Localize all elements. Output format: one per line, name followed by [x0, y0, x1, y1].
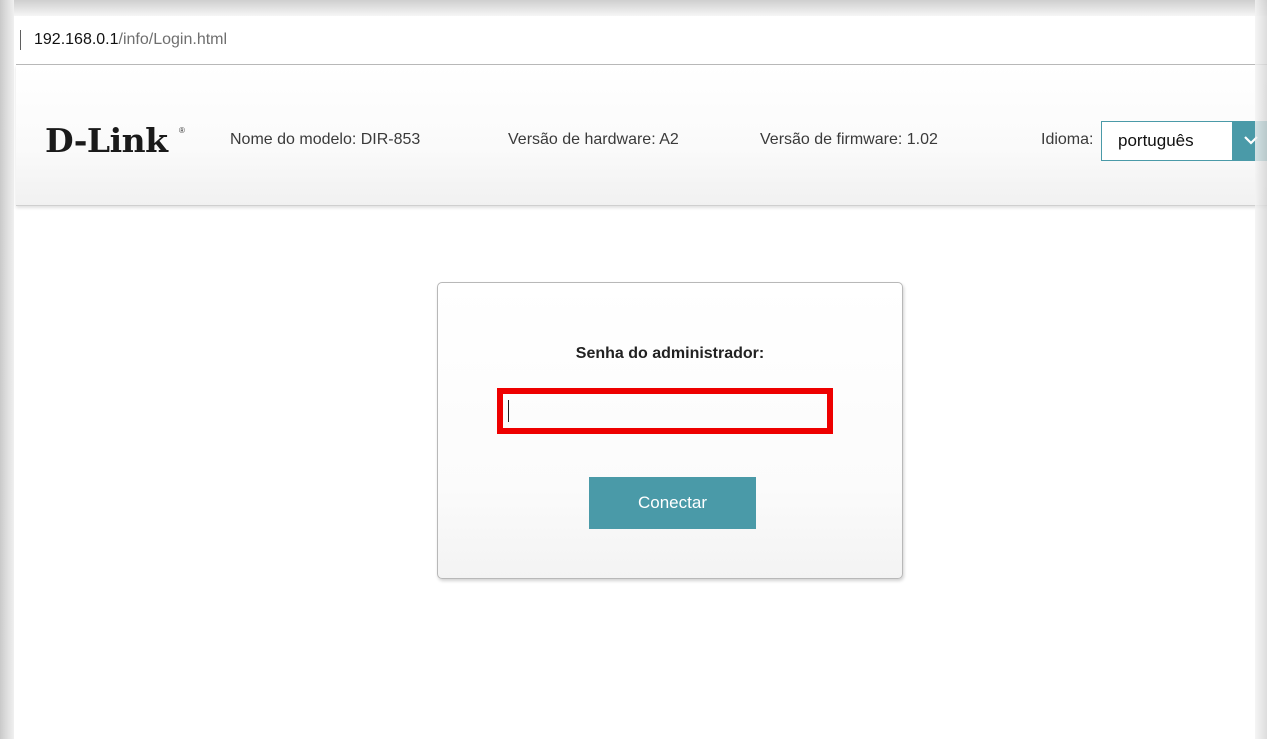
language-value: português	[1118, 131, 1194, 150]
screenshot-frame: 192.168.0.1/info/Login.html D-Link ® Nom…	[0, 0, 1267, 739]
shadow-edge-top	[0, 0, 1267, 16]
hardware-version: Versão de hardware: A2	[508, 131, 679, 148]
address-url[interactable]: 192.168.0.1/info/Login.html	[34, 30, 227, 50]
url-host: 192.168.0.1	[34, 31, 119, 48]
admin-password-label: Senha do administrador:	[575, 345, 765, 362]
shadow-edge-right	[1255, 0, 1267, 739]
language-label: Idioma:	[1041, 131, 1094, 148]
address-caret	[20, 30, 21, 50]
admin-password-input[interactable]	[506, 396, 828, 434]
model-name: Nome do modelo: DIR-853	[230, 131, 421, 148]
language-select[interactable]: português	[1101, 121, 1267, 161]
registered-mark: ®	[179, 126, 185, 135]
connect-button[interactable]: Conectar	[589, 477, 756, 529]
router-header: D-Link ® Nome do modelo: DIR-853 Versão …	[16, 65, 1267, 206]
shadow-edge-left	[0, 0, 14, 739]
login-card: Senha do administrador: Conectar	[437, 282, 903, 579]
url-path: /info/Login.html	[118, 31, 228, 48]
input-caret	[508, 400, 509, 422]
address-bar[interactable]: 192.168.0.1/info/Login.html	[16, 18, 1267, 65]
dlink-logo: D-Link	[45, 121, 168, 160]
firmware-version: Versão de firmware: 1.02	[760, 131, 938, 148]
